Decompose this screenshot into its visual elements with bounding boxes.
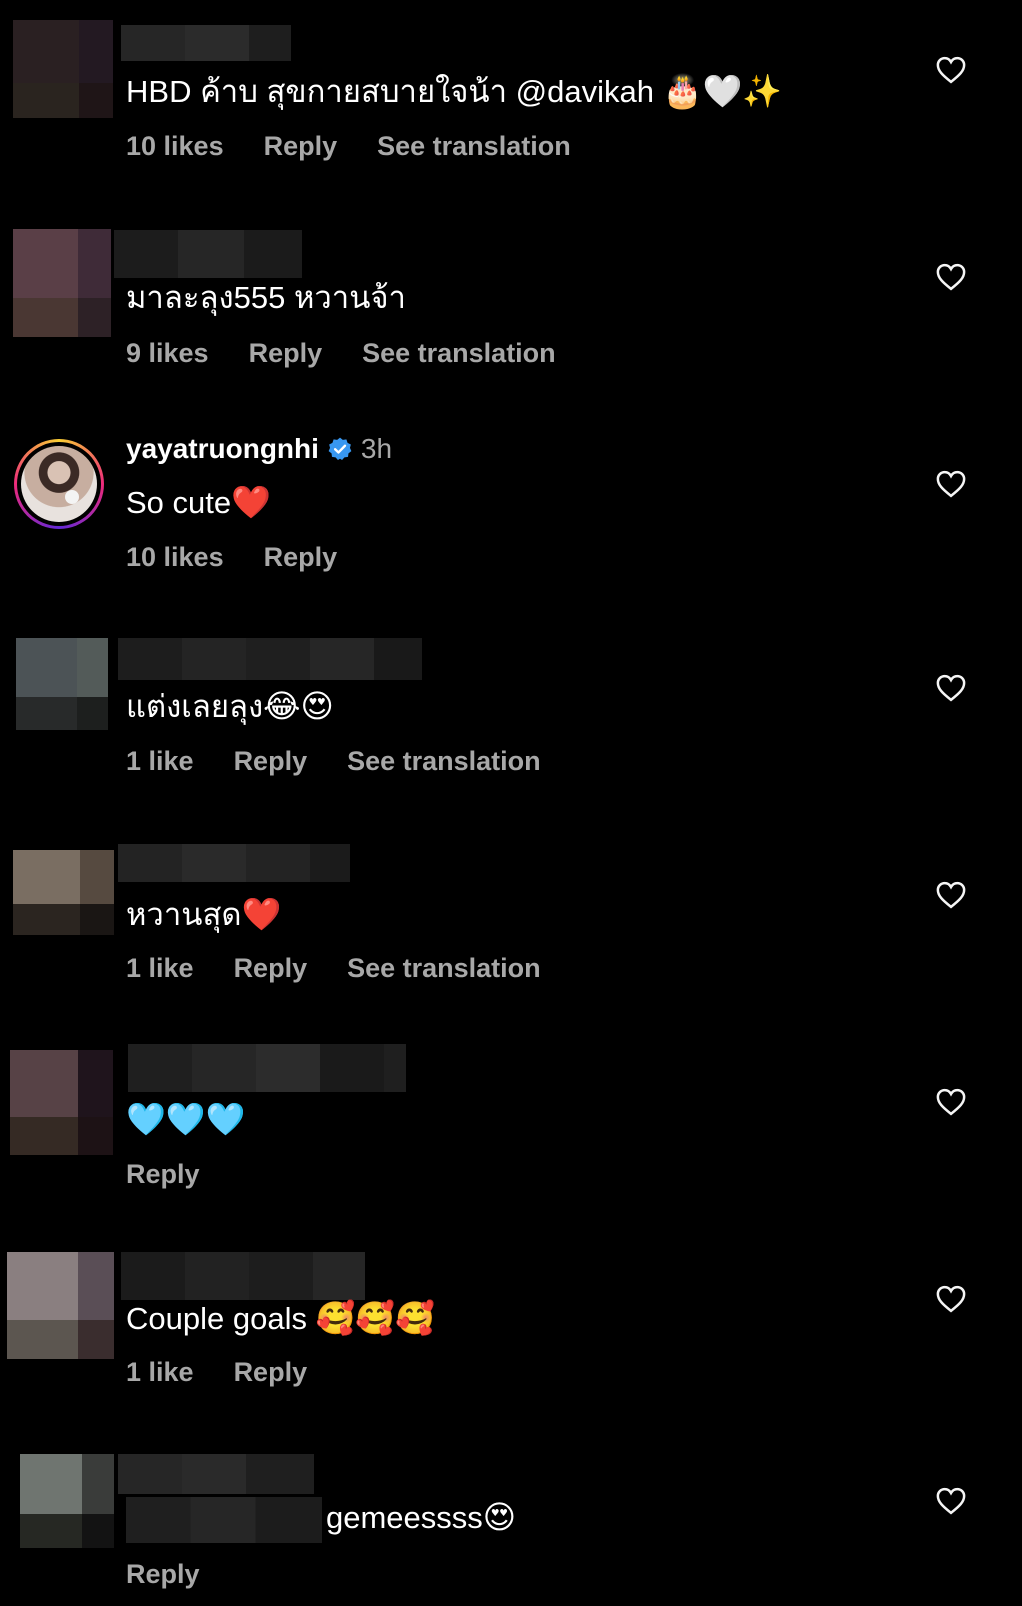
comment-actions: Reply xyxy=(126,1157,200,1191)
username-redacted[interactable] xyxy=(118,1454,314,1494)
emoji: ❤️ xyxy=(231,483,271,521)
comment-header: yayatruongnhi 3h xyxy=(126,431,392,467)
likes-count[interactable]: 10 likes xyxy=(126,129,224,163)
timestamp: 3h xyxy=(360,433,393,464)
reply-button[interactable]: Reply xyxy=(264,129,338,163)
heart-outline-icon[interactable] xyxy=(936,263,966,291)
comment-item: HBD ค้าบ สุขกายสบายใจน้า @davikah 🎂🤍✨ 10… xyxy=(0,0,1022,200)
avatar[interactable] xyxy=(13,20,113,118)
heart-outline-icon[interactable] xyxy=(936,470,966,498)
heart-outline-icon[interactable] xyxy=(936,56,966,84)
reply-button[interactable]: Reply xyxy=(234,1355,308,1389)
emoji: 🩵🩵🩵 xyxy=(126,1100,246,1138)
reply-button[interactable]: Reply xyxy=(249,336,323,370)
comment-body: HBD ค้าบ สุขกายสบายใจน้า @davikah xyxy=(126,74,654,109)
comment-body: หวานสุด xyxy=(126,897,242,932)
avatar[interactable] xyxy=(16,638,108,730)
avatar[interactable] xyxy=(20,1454,114,1548)
comment-item: แต่งเลยลุง😂😍 1 like Reply See translatio… xyxy=(0,636,1022,816)
comment-actions: 1 like Reply See translation xyxy=(126,951,541,985)
avatar[interactable] xyxy=(7,1252,114,1359)
comment-actions: 1 like Reply xyxy=(126,1355,307,1389)
avatar[interactable] xyxy=(14,439,104,529)
reply-button[interactable]: Reply xyxy=(234,951,308,985)
comment-item: มาละลุง555 หวานจ้า 9 likes Reply See tra… xyxy=(0,207,1022,407)
username-redacted[interactable] xyxy=(121,25,291,61)
comment-actions: 10 likes Reply xyxy=(126,540,337,574)
comment-text: หวานสุด❤️ xyxy=(126,894,281,935)
comment-actions: Reply xyxy=(126,1557,200,1591)
emoji: 🎂🤍✨ xyxy=(662,72,783,110)
comment-text: Couple goals 🥰🥰🥰 xyxy=(126,1298,435,1339)
reply-button[interactable]: Reply xyxy=(126,1557,200,1591)
comment-item: 🩵🩵🩵 Reply xyxy=(0,1043,1022,1223)
see-translation-button[interactable]: See translation xyxy=(377,129,571,163)
avatar[interactable] xyxy=(10,1050,113,1155)
comment-item: Couple goals 🥰🥰🥰 1 like Reply xyxy=(0,1245,1022,1425)
see-translation-button[interactable]: See translation xyxy=(347,744,541,778)
emoji: 🥰🥰🥰 xyxy=(315,1299,436,1337)
likes-count[interactable]: 1 like xyxy=(126,1355,194,1389)
comment-actions: 9 likes Reply See translation xyxy=(126,336,556,370)
emoji: ❤️ xyxy=(241,895,282,933)
comment-body: แต่งเลยลุง xyxy=(126,689,264,724)
mention-redacted[interactable] xyxy=(126,1497,322,1543)
avatar[interactable] xyxy=(13,229,111,337)
heart-outline-icon[interactable] xyxy=(936,881,966,909)
reply-button[interactable]: Reply xyxy=(234,744,308,778)
username-redacted[interactable] xyxy=(128,1044,406,1092)
username-redacted[interactable] xyxy=(118,844,350,882)
heart-outline-icon[interactable] xyxy=(936,1285,966,1313)
emoji: 😍 xyxy=(482,1498,517,1537)
comment-item: หวานสุด❤️ 1 like Reply See translation xyxy=(0,843,1022,1023)
comment-body: Couple goals xyxy=(126,1301,316,1336)
comment-text: HBD ค้าบ สุขกายสบายใจน้า @davikah 🎂🤍✨ xyxy=(126,71,782,112)
comment-text: มาละลุง555 หวานจ้า xyxy=(126,278,406,318)
emoji: 😂😍 xyxy=(263,687,334,725)
flower xyxy=(65,490,79,504)
username-redacted[interactable] xyxy=(114,230,302,278)
comment-text: So cute❤️ xyxy=(126,482,271,523)
username-redacted[interactable] xyxy=(118,638,422,680)
comment-actions: 10 likes Reply See translation xyxy=(126,129,571,163)
comment-text: 🩵🩵🩵 xyxy=(126,1099,246,1140)
profile-photo xyxy=(21,446,97,522)
comment-item: yayatruongnhi 3h So cute❤️ 10 likes Repl… xyxy=(0,433,1022,613)
avatar[interactable] xyxy=(13,850,114,935)
comment-text: แต่งเลยลุง😂😍 xyxy=(126,686,334,727)
see-translation-button[interactable]: See translation xyxy=(362,336,556,370)
comment-body: มาละลุง555 หวานจ้า xyxy=(126,280,406,315)
comment-body: gemeessss xyxy=(326,1500,483,1536)
reply-button[interactable]: Reply xyxy=(126,1157,200,1191)
see-translation-button[interactable]: See translation xyxy=(347,951,541,985)
likes-count[interactable]: 10 likes xyxy=(126,540,224,574)
heart-outline-icon[interactable] xyxy=(936,1487,966,1515)
comment-body: So cute xyxy=(126,485,232,520)
comment-actions: 1 like Reply See translation xyxy=(126,744,541,778)
heart-outline-icon[interactable] xyxy=(936,1088,966,1116)
verified-badge-icon xyxy=(328,437,352,461)
reply-button[interactable]: Reply xyxy=(264,540,338,574)
username[interactable]: yayatruongnhi xyxy=(126,431,319,467)
likes-count[interactable]: 1 like xyxy=(126,744,194,778)
likes-count[interactable]: 1 like xyxy=(126,951,194,985)
comment-item: gemeessss😍 Reply xyxy=(0,1445,1022,1606)
comment-text: gemeessss😍 xyxy=(126,1497,516,1543)
heart-outline-icon[interactable] xyxy=(936,674,966,702)
username-redacted[interactable] xyxy=(121,1252,365,1300)
likes-count[interactable]: 9 likes xyxy=(126,336,209,370)
